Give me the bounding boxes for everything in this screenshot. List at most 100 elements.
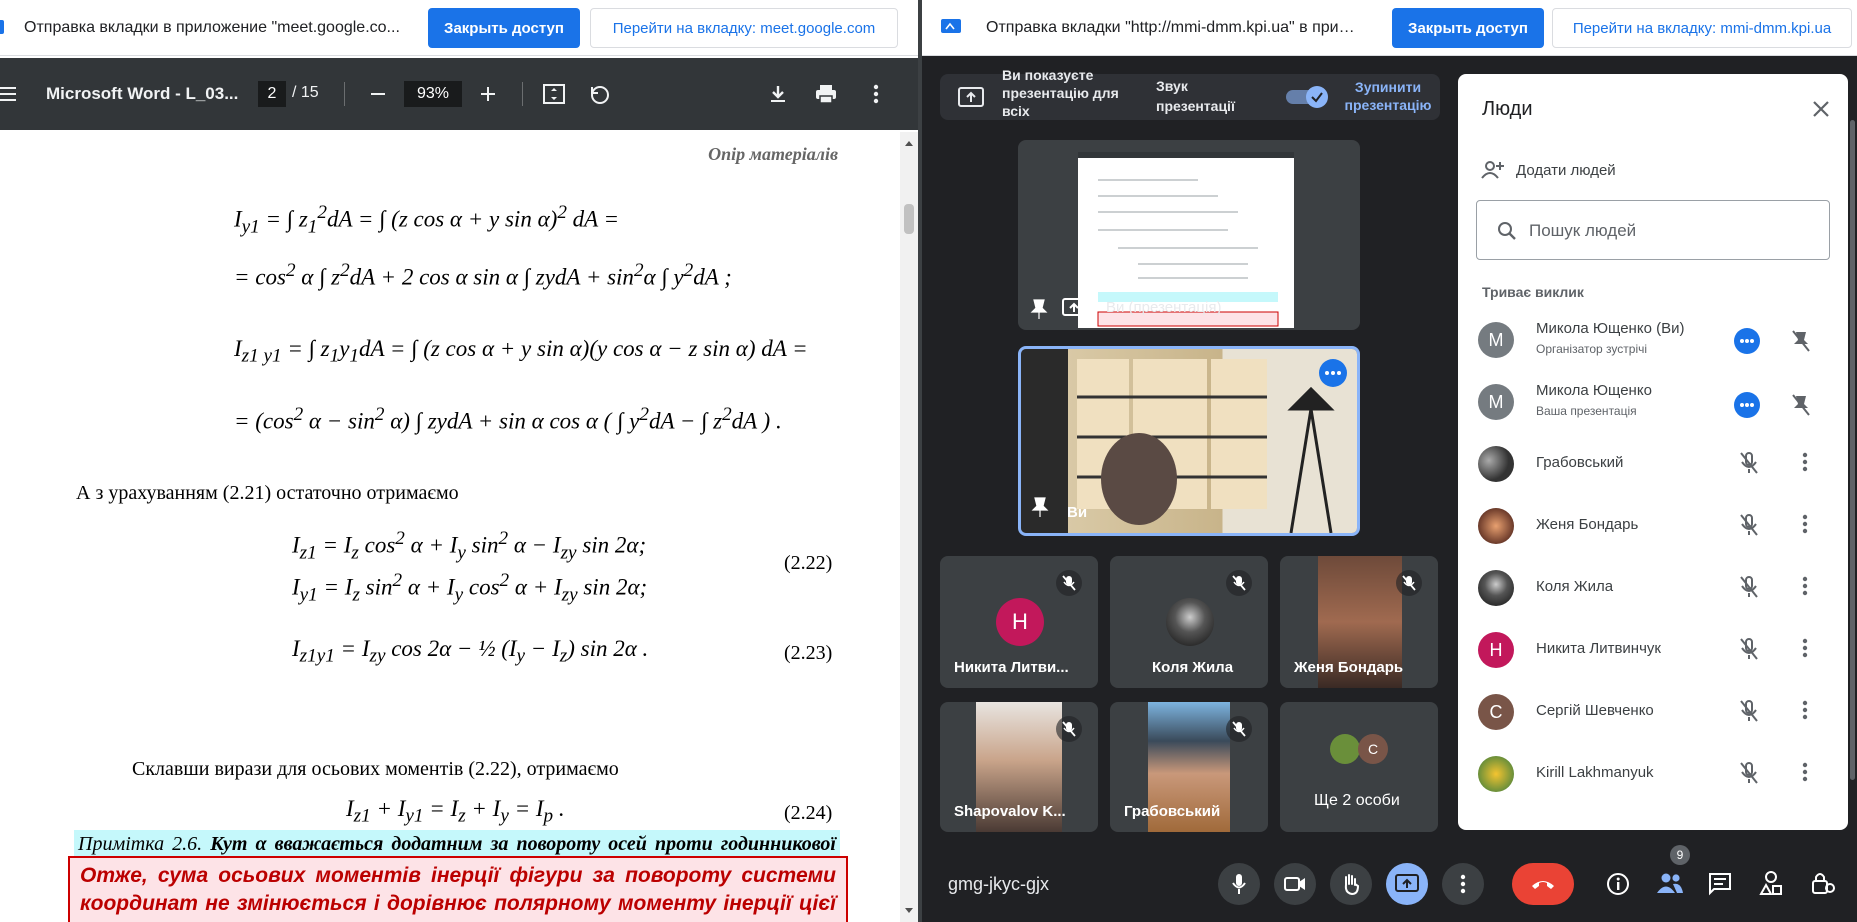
go-to-tab-button[interactable]: Перейти на вкладку: meet.google.com <box>590 8 898 48</box>
presentation-tile[interactable]: Ви (презентація) <box>1018 140 1360 330</box>
participant-name: Сергій Шевченко <box>1536 702 1654 719</box>
participant-row[interactable]: Грабовський <box>1458 432 1848 494</box>
participant-name: Микола Ющенко (Ви) <box>1536 320 1685 337</box>
stop-presenting-button[interactable]: Зупинити презентацію <box>1338 78 1438 114</box>
people-icon[interactable] <box>1656 872 1684 899</box>
pin-icon[interactable] <box>1030 298 1048 325</box>
leave-call-button[interactable] <box>1512 863 1574 905</box>
more-options-icon <box>1460 874 1466 894</box>
more-options-icon[interactable] <box>1802 514 1808 539</box>
more-options-icon[interactable] <box>1319 359 1347 387</box>
unpin-icon[interactable] <box>1792 330 1810 357</box>
scroll-down-arrow[interactable] <box>900 904 918 918</box>
tile-name: Никита Литви... <box>954 659 1069 676</box>
participant-row[interactable]: С Сергій Шевченко <box>1458 680 1848 742</box>
scroll-up-arrow[interactable] <box>900 136 918 150</box>
more-participants-tile[interactable]: С Ще 2 особи <box>1280 702 1438 832</box>
scrollbar-thumb[interactable] <box>904 204 914 234</box>
participant-tile[interactable]: Грабовський <box>1110 702 1268 832</box>
participant-name: Kirill Lakhmanyuk <box>1536 764 1654 781</box>
panel-scrollbar[interactable] <box>1850 120 1855 780</box>
participant-row[interactable]: М Микола Ющенко (Ви) Організатор зустріч… <box>1458 308 1848 370</box>
close-icon[interactable] <box>1812 100 1830 123</box>
self-video-tile[interactable]: Ви <box>1018 346 1360 536</box>
camera-button[interactable] <box>1274 863 1316 905</box>
participant-name: Женя Бондарь <box>1536 516 1639 533</box>
zoom-in-button[interactable] <box>474 80 502 108</box>
meet-window: Отправка вкладки "http://mmi-dmm.kpi.ua"… <box>922 0 1857 922</box>
download-icon[interactable] <box>764 80 792 108</box>
more-options-icon[interactable] <box>1802 638 1808 663</box>
microphone-icon <box>1232 874 1246 894</box>
meeting-details-icon[interactable] <box>1606 872 1630 901</box>
audio-toggle[interactable] <box>1286 86 1330 108</box>
participant-row[interactable]: Женя Бондарь <box>1458 494 1848 556</box>
zoom-out-button[interactable] <box>364 80 392 108</box>
avatar: С <box>1478 694 1514 730</box>
mic-off-icon <box>1740 638 1758 665</box>
add-person-icon <box>1481 161 1504 179</box>
more-options-icon[interactable] <box>1802 452 1808 477</box>
activities-icon[interactable] <box>1758 870 1784 901</box>
more-options-icon[interactable] <box>1802 700 1808 725</box>
search-people-input[interactable]: Пошук людей <box>1476 200 1830 260</box>
tile-name: Ви <box>1067 504 1088 521</box>
search-placeholder: Пошук людей <box>1529 221 1637 240</box>
participant-tile[interactable]: Коля Жила <box>1110 556 1268 688</box>
equation-number: (2.22) <box>784 552 833 574</box>
equation-iy1-line1: Iy1 = ∫ z12dA = ∫ (z cos α + y sin α)2 d… <box>234 202 620 238</box>
more-options-icon[interactable] <box>1802 576 1808 601</box>
section-label: Триває виклик <box>1482 284 1584 300</box>
zoom-level[interactable]: 93% <box>404 81 462 107</box>
stop-sharing-button[interactable]: Закрыть доступ <box>1392 8 1544 48</box>
unpin-icon[interactable] <box>1792 394 1810 421</box>
note-label: Примітка 2.6. <box>78 833 203 855</box>
mic-off-icon <box>1740 514 1758 541</box>
tab-share-bar: Отправка вкладки в приложение "meet.goog… <box>0 0 918 56</box>
hand-icon <box>1344 874 1360 895</box>
stop-sharing-button[interactable]: Закрыть доступ <box>428 8 580 48</box>
page-number-input[interactable]: 2 <box>258 81 286 107</box>
participant-row[interactable]: Kirill Lakhmanyuk <box>1458 742 1848 804</box>
more-options-icon[interactable] <box>1734 392 1760 418</box>
toolbar-separator <box>522 82 523 106</box>
meeting-controls: gmg-jkyc-gjx 9 <box>922 845 1857 922</box>
avatar <box>1478 570 1514 606</box>
more-options-icon[interactable] <box>1734 328 1760 354</box>
participant-row[interactable]: Н Никита Литвинчук <box>1458 618 1848 680</box>
participant-tile[interactable]: Н Никита Литви... <box>940 556 1098 688</box>
participant-row[interactable]: М Микола Ющенко Ваша презентація <box>1458 370 1848 432</box>
print-icon[interactable] <box>812 80 840 108</box>
more-options-icon[interactable] <box>862 80 890 108</box>
go-to-tab-button[interactable]: Перейти на вкладку: mmi-dmm.kpi.ua <box>1552 8 1852 48</box>
present-icon <box>1395 874 1419 892</box>
mic-off-icon <box>1740 576 1758 603</box>
search-icon <box>1498 222 1516 240</box>
chat-icon[interactable] <box>1708 872 1732 901</box>
add-people-button[interactable]: Додати людей <box>1480 156 1680 186</box>
more-options-icon[interactable] <box>1802 762 1808 787</box>
menu-icon[interactable] <box>0 80 18 108</box>
pin-icon[interactable] <box>1031 496 1049 523</box>
participant-row[interactable]: Коля Жила <box>1458 556 1848 618</box>
participant-tile[interactable]: Shapovalov K... <box>940 702 1098 832</box>
more-options-button[interactable] <box>1442 863 1484 905</box>
scrollbar[interactable] <box>900 132 918 922</box>
screen: Отправка вкладки в приложение "meet.goog… <box>0 0 1857 922</box>
equation-iz1y1: Iz1y1 = Izy cos 2α − ½ (Iy − Iz) sin 2α … <box>292 636 649 667</box>
present-icon <box>958 86 984 113</box>
raise-hand-button[interactable] <box>1330 863 1372 905</box>
fit-page-icon[interactable] <box>540 80 568 108</box>
mic-off-icon <box>1056 570 1082 596</box>
hang-up-icon <box>1532 881 1554 889</box>
host-controls-icon[interactable] <box>1810 870 1836 901</box>
present-icon <box>1062 298 1086 323</box>
equation-iy1: Iy1 = Iz sin2 α + Iy cos2 α + Izy sin 2α… <box>292 570 648 606</box>
microphone-button[interactable] <box>1218 863 1260 905</box>
equation-iz1y1-line1: Iz1 y1 = ∫ z1y1dA = ∫ (z cos α + y sin α… <box>234 336 808 367</box>
mic-off-icon <box>1396 570 1422 596</box>
present-now-button[interactable] <box>1386 863 1428 905</box>
tile-name: Женя Бондарь <box>1294 659 1404 676</box>
rotate-icon[interactable] <box>586 80 614 108</box>
participant-tile[interactable]: Женя Бондарь <box>1280 556 1438 688</box>
